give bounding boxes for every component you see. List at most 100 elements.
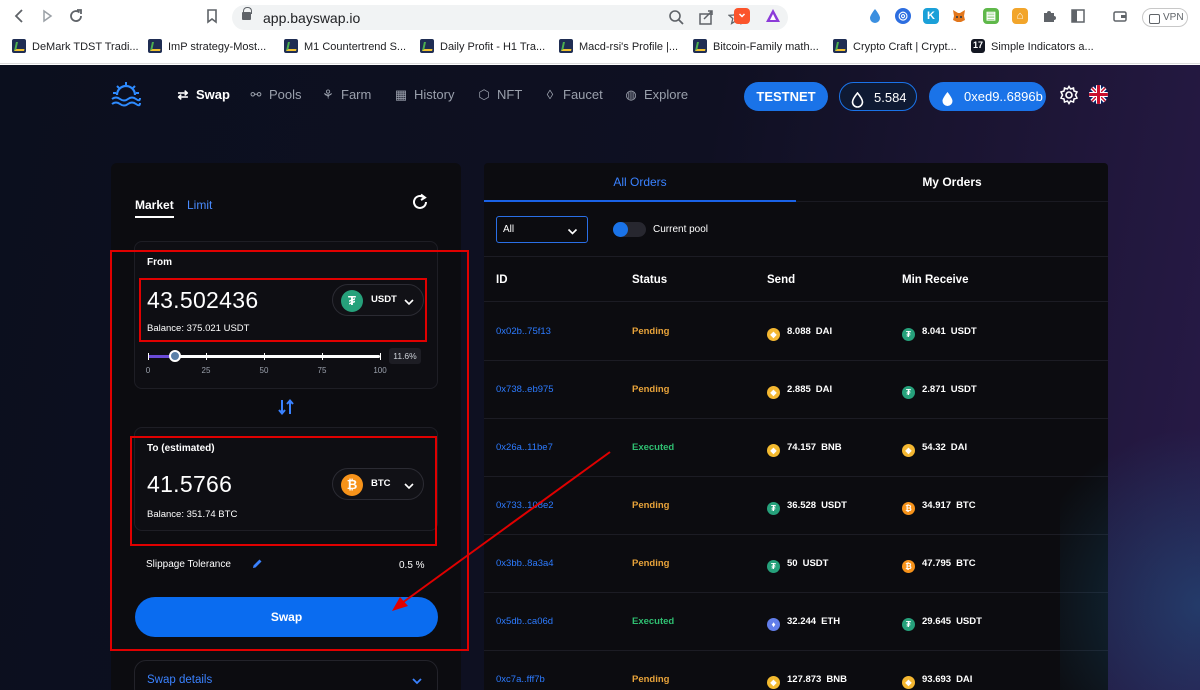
order-id-link[interactable]: 0x3bb..8a3a4 xyxy=(496,558,554,569)
gear-icon[interactable] xyxy=(1059,85,1079,105)
orange-extension-icon[interactable]: ⌂ xyxy=(1012,8,1028,24)
metamask-icon[interactable] xyxy=(951,8,967,24)
tradingview-favicon-icon: 17 xyxy=(971,39,985,53)
wallet-address-button[interactable]: 0xed9..6896b xyxy=(929,82,1046,111)
send-token: USDT xyxy=(821,500,847,511)
reload-icon[interactable] xyxy=(66,8,86,28)
bookmark-item[interactable]: DeMark TDST Tradi... xyxy=(12,39,139,53)
tab-market[interactable]: Market xyxy=(135,198,174,218)
tab-my-orders[interactable]: My Orders xyxy=(796,163,1108,202)
order-send: ◆ 127.873 BNB xyxy=(767,674,847,689)
order-min-receive: ₮ 2.871 USDT xyxy=(902,384,977,399)
drop-icon: ◊ xyxy=(546,87,554,102)
send-token: DAI xyxy=(815,384,833,395)
order-id-link[interactable]: 0x738..eb975 xyxy=(496,384,554,395)
bookmark-item[interactable]: M1 Countertrend S... xyxy=(284,39,406,53)
extensions-puzzle-icon[interactable] xyxy=(1041,8,1057,24)
share-icon[interactable] xyxy=(698,9,714,28)
nav-nft[interactable]: ⬡ NFT xyxy=(476,87,522,103)
pools-icon: ⚯ xyxy=(250,87,262,102)
brave-rewards-icon[interactable] xyxy=(765,8,781,24)
nav-history[interactable]: ▦ History xyxy=(393,87,455,103)
table-row[interactable]: 0x02b..75f13 Pending ◆ 8.088 DAI ₮ 8.041 USDT xyxy=(484,303,1108,361)
nav-label: Farm xyxy=(341,87,372,102)
bayswap-logo-icon[interactable] xyxy=(110,79,142,111)
wallet-address: 0xed9..6896b xyxy=(964,89,1043,104)
receive-amount: 47.795 xyxy=(922,558,952,569)
order-id-link[interactable]: 0x26a..11be7 xyxy=(496,442,553,453)
nav-faucet[interactable]: ◊ Faucet xyxy=(542,87,603,102)
globe-icon: ◍ xyxy=(625,87,637,102)
table-row[interactable]: 0x733..108e2 Pending ₮ 36.528 USDT ₿ 34.917 BTC xyxy=(484,477,1108,535)
tab-all-orders[interactable]: All Orders xyxy=(484,163,796,202)
brave-shield-icon[interactable] xyxy=(734,8,750,24)
table-row[interactable]: 0x738..eb975 Pending ◆ 2.885 DAI ₮ 2.871 USDT xyxy=(484,361,1108,419)
order-min-receive: ₿ 34.917 BTC xyxy=(902,500,976,515)
bayswap-app: ⇄ Swap ⚯ Pools ⚘ Farm ▦ History ⬡ NFT ◊ Faucet… xyxy=(0,65,1200,690)
zoom-icon[interactable] xyxy=(668,9,684,28)
current-pool-toggle[interactable] xyxy=(613,222,646,237)
testnet-button[interactable]: TESTNET xyxy=(744,82,828,111)
receive-token: BTC xyxy=(956,500,976,511)
dai-icon: ◆ xyxy=(902,444,915,457)
nav-label: History xyxy=(414,87,455,102)
send-amount: 36.528 xyxy=(787,500,817,511)
usdt-icon: ₮ xyxy=(767,502,780,515)
wallet-extension-icon[interactable]: ◎ xyxy=(895,8,911,24)
order-id-link[interactable]: 0x02b..75f13 xyxy=(496,326,551,337)
k-extension-icon[interactable]: K xyxy=(923,8,939,24)
usdt-icon: ₮ xyxy=(767,560,780,573)
bookmark-item[interactable]: Daily Profit - H1 Tra... xyxy=(420,39,545,53)
table-row[interactable]: 0x5db..ca06d Executed ♦ 32.244 ETH ₮ 29.645 USD… xyxy=(484,593,1108,651)
bookmark-item[interactable]: Macd-rsi's Profile |... xyxy=(559,39,678,53)
chevron-down-icon xyxy=(411,674,423,686)
bookmark-item[interactable]: 17 Simple Indicators a... xyxy=(971,39,1094,53)
order-id-link[interactable]: 0x733..108e2 xyxy=(496,500,554,511)
order-filter-select[interactable]: All xyxy=(496,216,588,243)
vpn-button[interactable]: VPN xyxy=(1142,8,1188,27)
column-header-send: Send xyxy=(767,274,796,286)
swap-details-toggle[interactable]: Swap details xyxy=(134,660,438,690)
order-status: Pending xyxy=(632,384,670,395)
btc-icon: ₿ xyxy=(902,502,915,515)
browser-toolbar: app.bayswap.io ◎ K ▤ ⌂ VPN xyxy=(0,0,1200,35)
bookmark-item[interactable]: Crypto Craft | Crypt... xyxy=(833,39,957,53)
order-status: Pending xyxy=(632,558,670,569)
token-balance-button[interactable]: 5.584 xyxy=(839,82,917,111)
receive-amount: 54.32 xyxy=(922,442,946,453)
forward-icon[interactable] xyxy=(37,8,57,28)
current-pool-label: Current pool xyxy=(653,224,709,235)
bookmark-favicon-icon xyxy=(284,39,298,53)
table-row[interactable]: 0x3bb..8a3a4 Pending ₮ 50 USDT ₿ 47.795 BTC xyxy=(484,535,1108,593)
receive-amount: 8.041 xyxy=(922,326,946,337)
nav-farm[interactable]: ⚘ Farm xyxy=(320,87,371,103)
language-uk-flag-icon[interactable] xyxy=(1089,85,1108,104)
address-bar[interactable]: app.bayswap.io xyxy=(232,5,788,30)
order-min-receive: ₮ 8.041 USDT xyxy=(902,326,977,341)
annotation-highlight-box xyxy=(130,436,437,546)
brave-wallet-icon[interactable] xyxy=(1112,8,1128,24)
tab-limit[interactable]: Limit xyxy=(187,198,212,212)
nav-explore[interactable]: ◍ Explore xyxy=(623,87,688,103)
receive-token: USDT xyxy=(950,326,977,337)
nav-swap[interactable]: ⇄ Swap xyxy=(175,87,230,103)
order-min-receive: ◆ 54.32 DAI xyxy=(902,442,967,457)
refresh-icon[interactable] xyxy=(411,193,429,211)
drop-extension-icon[interactable] xyxy=(867,8,883,24)
bookmark-label: M1 Countertrend S... xyxy=(304,41,407,53)
green-extension-icon[interactable]: ▤ xyxy=(983,8,999,24)
order-id-link[interactable]: 0x5db..ca06d xyxy=(496,616,553,627)
order-status: Pending xyxy=(632,674,670,685)
dai-icon: ◆ xyxy=(767,328,780,341)
order-id-link[interactable]: 0xc7a..fff7b xyxy=(496,674,545,685)
receive-amount: 2.871 xyxy=(922,384,946,395)
bookmark-item[interactable]: Bitcoin-Family math... xyxy=(693,39,819,53)
bookmark-favicon-icon xyxy=(12,39,26,53)
nav-pools[interactable]: ⚯ Pools xyxy=(248,87,302,103)
back-icon[interactable] xyxy=(10,8,30,28)
sidebar-icon[interactable] xyxy=(1070,8,1086,24)
bookmark-icon[interactable] xyxy=(202,8,222,28)
table-row[interactable]: 0xc7a..fff7b Pending ◆ 127.873 BNB ◆ 93.693 DAI xyxy=(484,651,1108,690)
table-row[interactable]: 0x26a..11be7 Executed ◆ 74.157 BNB ◆ 54.32 DAI xyxy=(484,419,1108,477)
bookmark-item[interactable]: ImP strategy-Most... xyxy=(148,39,266,53)
